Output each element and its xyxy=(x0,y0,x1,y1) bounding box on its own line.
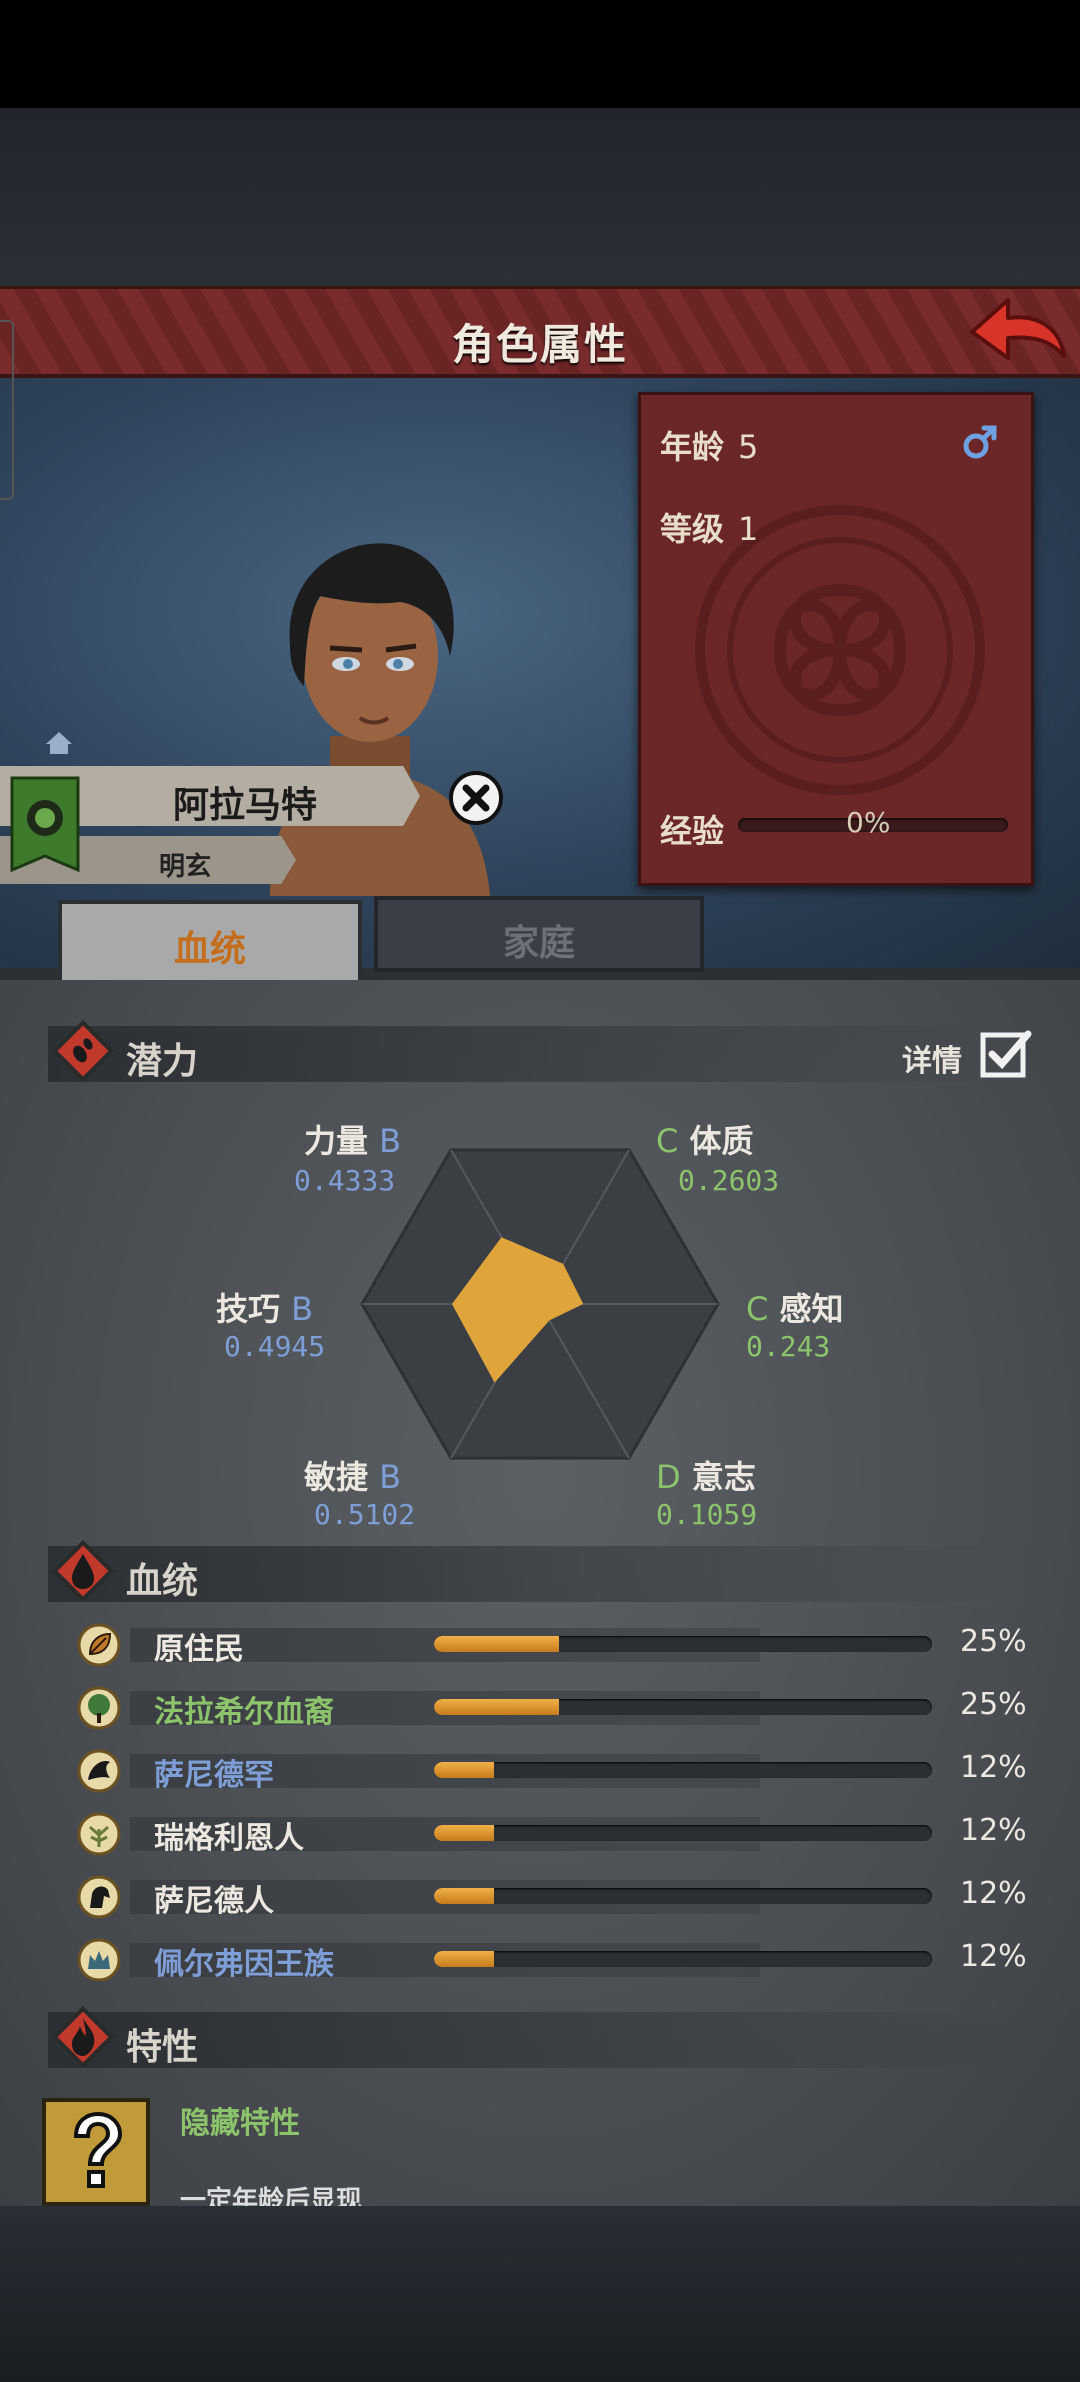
lineage-percent: 25% xyxy=(960,1624,1027,1659)
footprint-icon xyxy=(51,1019,115,1083)
lineage-progress-bar xyxy=(434,1888,932,1904)
level-row: 等级 1 xyxy=(660,504,758,550)
stat-skill-name: 技巧 xyxy=(216,1290,281,1328)
traits-section-label: 特性 xyxy=(126,2027,199,2068)
lineage-percent: 25% xyxy=(960,1687,1027,1722)
age-row: 年龄 5 xyxy=(660,422,758,468)
tab-lineage[interactable]: 血统 xyxy=(58,900,362,982)
lineage-name: 萨尼德罕 xyxy=(154,1758,274,1793)
detail-label: 详情 xyxy=(902,1044,962,1079)
stat-agility-value: 0.5102 xyxy=(314,1498,416,1531)
stat-constitution-value: 0.2603 xyxy=(678,1164,780,1197)
tab-family[interactable]: 家庭 xyxy=(374,896,704,972)
tab-lineage-label: 血统 xyxy=(173,929,246,970)
stat-constitution-name: 体质 xyxy=(689,1122,754,1160)
stat-will: D 意志 xyxy=(656,1452,756,1498)
lineage-percent: 12% xyxy=(960,1939,1027,1974)
stat-constitution: C 体质 xyxy=(656,1116,754,1162)
side-drawer-handle[interactable] xyxy=(0,320,14,500)
dragon-icon xyxy=(77,1749,121,1793)
lineage-row[interactable]: 佩尔弗因王族 12% xyxy=(70,1935,1040,1987)
top-background xyxy=(0,108,1080,286)
question-mark-icon xyxy=(73,2111,123,2188)
stat-strength-name: 力量 xyxy=(304,1122,369,1160)
lineage-progress-bar xyxy=(434,1699,932,1715)
plant-icon xyxy=(77,1812,121,1856)
stat-perception: C 感知 xyxy=(746,1284,844,1330)
stat-perception-name: 感知 xyxy=(779,1290,844,1328)
level-value: 1 xyxy=(738,510,759,548)
lineage-row[interactable]: 萨尼德罕 12% xyxy=(70,1746,1040,1798)
title-banner: 角色属性 xyxy=(0,286,1080,378)
stat-strength: 力量 B xyxy=(304,1116,401,1162)
tab-family-label: 家庭 xyxy=(502,923,575,964)
clan-banner-icon[interactable] xyxy=(10,776,80,880)
stat-strength-value: 0.4333 xyxy=(294,1164,396,1197)
horse-icon xyxy=(77,1875,121,1919)
detail-checkbox[interactable] xyxy=(980,1028,1032,1080)
page-title: 角色属性 xyxy=(451,320,628,369)
lineage-progress-fill xyxy=(434,1951,494,1967)
bottom-background xyxy=(0,2206,1080,2382)
stat-agility-name: 敏捷 xyxy=(304,1458,369,1496)
stat-skill: 技巧 B xyxy=(216,1284,313,1330)
character-name: 阿拉马特 xyxy=(172,785,317,826)
lineage-progress-bar xyxy=(434,1636,932,1652)
lineage-name: 瑞格利恩人 xyxy=(154,1821,304,1856)
lineage-name: 法拉希尔血裔 xyxy=(154,1695,334,1730)
stat-skill-grade: B xyxy=(291,1290,314,1328)
lineage-name: 佩尔弗因王族 xyxy=(154,1947,334,1982)
stat-perception-grade: C xyxy=(746,1290,769,1328)
lineage-row[interactable]: 原住民 25% xyxy=(70,1620,1040,1672)
lineage-percent: 12% xyxy=(960,1750,1027,1785)
lineage-name: 萨尼德人 xyxy=(154,1884,274,1919)
lineage-progress-bar xyxy=(434,1825,932,1841)
stat-constitution-grade: C xyxy=(656,1122,679,1160)
lineage-progress-fill xyxy=(434,1636,559,1652)
age-label: 年龄 xyxy=(660,428,725,466)
flame-icon xyxy=(51,2005,115,2069)
lineage-section-label: 血统 xyxy=(126,1561,199,1602)
lineage-progress-fill xyxy=(434,1762,494,1778)
hidden-trait-title: 隐藏特性 xyxy=(180,2106,300,2141)
lineage-percent: 12% xyxy=(960,1876,1027,1911)
lineage-name: 原住民 xyxy=(154,1632,244,1667)
status-bar-area xyxy=(0,0,1080,108)
stat-agility: 敏捷 B xyxy=(304,1452,401,1498)
lineage-percent: 12% xyxy=(960,1813,1027,1848)
back-arrow-icon[interactable] xyxy=(968,290,1068,370)
close-icon[interactable] xyxy=(448,770,504,826)
stat-will-name: 意志 xyxy=(691,1458,756,1496)
character-title: 明玄 xyxy=(158,852,211,882)
stat-perception-value: 0.243 xyxy=(746,1330,831,1363)
potential-section-label: 潜力 xyxy=(126,1041,199,1082)
character-portrait xyxy=(270,543,490,896)
lineage-row[interactable]: 萨尼德人 12% xyxy=(70,1872,1040,1924)
lineage-row[interactable]: 瑞格利恩人 12% xyxy=(70,1809,1040,1861)
lineage-progress-fill xyxy=(434,1825,494,1841)
hidden-trait-tile[interactable] xyxy=(42,2098,150,2206)
stat-strength-grade: B xyxy=(379,1122,402,1160)
exp-percent: 0% xyxy=(846,806,891,839)
blood-drop-icon xyxy=(51,1539,115,1603)
tree-icon xyxy=(77,1686,121,1730)
age-value: 5 xyxy=(738,428,759,466)
lineage-progress-fill xyxy=(434,1699,559,1715)
lineage-progress-fill xyxy=(434,1888,494,1904)
male-icon xyxy=(963,425,997,459)
lineage-progress-bar xyxy=(434,1951,932,1967)
stat-agility-grade: B xyxy=(379,1458,402,1496)
crown-icon xyxy=(77,1938,121,1982)
lineage-row[interactable]: 法拉希尔血裔 25% xyxy=(70,1683,1040,1735)
home-icon xyxy=(46,732,72,754)
stat-skill-value: 0.4945 xyxy=(224,1330,326,1363)
level-label: 等级 xyxy=(660,510,725,548)
stat-will-value: 0.1059 xyxy=(656,1498,758,1531)
lineage-progress-bar xyxy=(434,1762,932,1778)
leaf-icon xyxy=(77,1623,121,1667)
exp-label: 经验 xyxy=(660,812,725,850)
stat-will-grade: D xyxy=(656,1458,681,1496)
